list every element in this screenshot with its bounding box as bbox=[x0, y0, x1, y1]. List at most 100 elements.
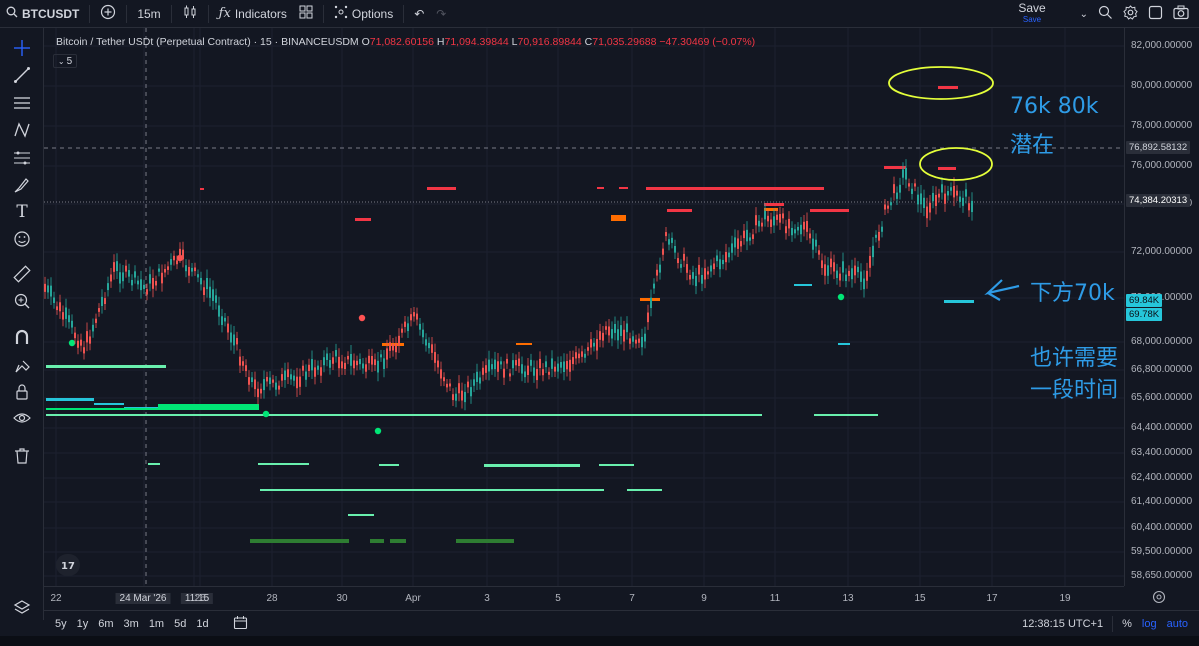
options-button[interactable]: Options bbox=[328, 0, 399, 28]
camera-icon[interactable] bbox=[1173, 5, 1189, 23]
save-sublabel: Save bbox=[1022, 15, 1042, 24]
candle-body bbox=[464, 391, 466, 403]
price-tick-label: 58,650.00000 bbox=[1131, 570, 1193, 581]
candle-body bbox=[263, 379, 265, 391]
range-button[interactable]: 1d bbox=[191, 618, 213, 630]
candle-body bbox=[878, 231, 880, 241]
interval-button[interactable]: 15m bbox=[131, 0, 166, 28]
candle-body bbox=[266, 376, 268, 382]
clock-timezone[interactable]: 12:38:15 UTC+1 bbox=[1017, 618, 1108, 630]
save-button[interactable]: Save Save bbox=[1010, 2, 1054, 25]
range-button[interactable]: 6m bbox=[93, 618, 118, 630]
pattern-icon[interactable] bbox=[10, 118, 34, 142]
auto-toggle[interactable]: auto bbox=[1162, 618, 1193, 630]
candle-body bbox=[803, 221, 805, 230]
chart-pane[interactable]: 17 bbox=[44, 28, 1124, 586]
candle-body bbox=[449, 383, 451, 387]
candle-body bbox=[575, 352, 577, 359]
eye-icon[interactable] bbox=[10, 406, 34, 430]
grid-icon bbox=[299, 5, 313, 22]
ruler-icon[interactable] bbox=[10, 262, 34, 286]
candle-body bbox=[113, 262, 115, 272]
indicator-level bbox=[597, 187, 604, 189]
time-tick-label: 17 bbox=[986, 593, 998, 604]
legend-h-key: H bbox=[436, 36, 445, 48]
compare-button[interactable] bbox=[94, 0, 122, 28]
candle-body bbox=[647, 312, 649, 323]
candle-body bbox=[758, 220, 760, 227]
candle-body bbox=[188, 266, 190, 276]
time-axis[interactable]: 22 24 Mar '26 11:15 26 28 30 Apr 3 5 7 9 11 13 15 17 19 bbox=[44, 586, 1124, 610]
time-tick-label: 5 bbox=[555, 593, 561, 604]
redo-button[interactable]: ↷ bbox=[430, 0, 452, 28]
candle-body bbox=[281, 374, 283, 381]
fullscreen-icon[interactable] bbox=[1148, 5, 1163, 23]
candle-body bbox=[596, 338, 598, 351]
layouts-button[interactable] bbox=[293, 0, 319, 28]
candle-body bbox=[80, 339, 82, 346]
candle-body bbox=[905, 167, 907, 180]
candle-body bbox=[935, 194, 937, 206]
goto-date-button[interactable] bbox=[228, 615, 253, 633]
candle-body bbox=[746, 229, 748, 242]
crosshair-icon[interactable] bbox=[10, 36, 34, 60]
fib-retracement-icon[interactable] bbox=[10, 146, 34, 170]
indicators-button[interactable]: ƒx Indicators bbox=[213, 0, 293, 28]
candle-body bbox=[179, 248, 181, 257]
price-tick-label: 59,500.00000 bbox=[1131, 546, 1193, 557]
undo-button[interactable]: ↶ bbox=[408, 0, 430, 28]
candle-body bbox=[893, 184, 895, 194]
candle-body bbox=[716, 255, 718, 262]
candle-body bbox=[164, 269, 166, 273]
price-chart[interactable]: 17 bbox=[44, 28, 1124, 586]
candle-body bbox=[947, 191, 949, 196]
indicators-collapse-button[interactable]: ⌄ 5 bbox=[53, 54, 77, 68]
axis-settings-icon[interactable] bbox=[1152, 590, 1166, 607]
trend-line-icon[interactable] bbox=[10, 63, 34, 87]
range-button[interactable]: 5d bbox=[169, 618, 191, 630]
horizontal-lines-icon[interactable] bbox=[10, 91, 34, 115]
candle-body bbox=[953, 185, 955, 198]
price-tick-label: 68,000.00000 bbox=[1131, 336, 1193, 347]
brush-icon[interactable] bbox=[10, 173, 34, 197]
annotation-maybe-need: 也许需要 bbox=[1030, 346, 1119, 371]
object-tree-icon[interactable] bbox=[10, 596, 34, 620]
price-axis[interactable]: 82,000.00000 80,000.00000 78,000.00000 76,0… bbox=[1124, 28, 1199, 586]
candle-body bbox=[602, 332, 604, 341]
candle-body bbox=[902, 169, 904, 178]
candle-body bbox=[530, 359, 532, 366]
symbol-search[interactable]: BTCUSDT bbox=[0, 0, 85, 28]
candle-body bbox=[77, 340, 79, 348]
range-button[interactable]: 1y bbox=[72, 618, 94, 630]
candle-body bbox=[725, 251, 727, 263]
candle-body bbox=[74, 332, 76, 339]
candle-body bbox=[599, 331, 601, 340]
candle-body bbox=[161, 272, 163, 284]
chart-type-button[interactable] bbox=[176, 0, 204, 28]
candle-body bbox=[548, 371, 550, 375]
time-tick-label: 22 bbox=[50, 593, 62, 604]
chevron-down-icon[interactable]: ⌄ bbox=[1080, 9, 1088, 20]
text-icon[interactable]: T bbox=[10, 200, 34, 224]
lock-drawing-icon[interactable] bbox=[10, 353, 34, 377]
annotation-targets: 76k 80k bbox=[1010, 94, 1099, 119]
trash-icon[interactable] bbox=[10, 444, 34, 468]
zoom-in-icon[interactable] bbox=[10, 289, 34, 313]
magnet-icon[interactable] bbox=[10, 325, 34, 349]
log-toggle[interactable]: log bbox=[1137, 618, 1162, 630]
zoom-search-icon[interactable] bbox=[1098, 5, 1113, 23]
lock-icon[interactable] bbox=[10, 380, 34, 404]
legend-o-key: O bbox=[361, 36, 370, 48]
chart-legend[interactable]: Bitcoin / Tether USDt (Perpetual Contrac… bbox=[56, 36, 755, 48]
candle-body bbox=[743, 230, 745, 239]
time-tick-label: 24 Mar '26 bbox=[115, 593, 171, 604]
candle-body bbox=[65, 307, 67, 319]
settings-gear-icon[interactable] bbox=[1123, 5, 1138, 23]
range-button[interactable]: 3m bbox=[119, 618, 144, 630]
candle-body bbox=[71, 320, 73, 328]
emoji-icon[interactable] bbox=[10, 227, 34, 251]
range-button[interactable]: 1m bbox=[144, 618, 169, 630]
range-button[interactable]: 5y bbox=[50, 618, 72, 630]
candle-body bbox=[800, 224, 802, 235]
percent-toggle[interactable]: % bbox=[1117, 618, 1137, 630]
